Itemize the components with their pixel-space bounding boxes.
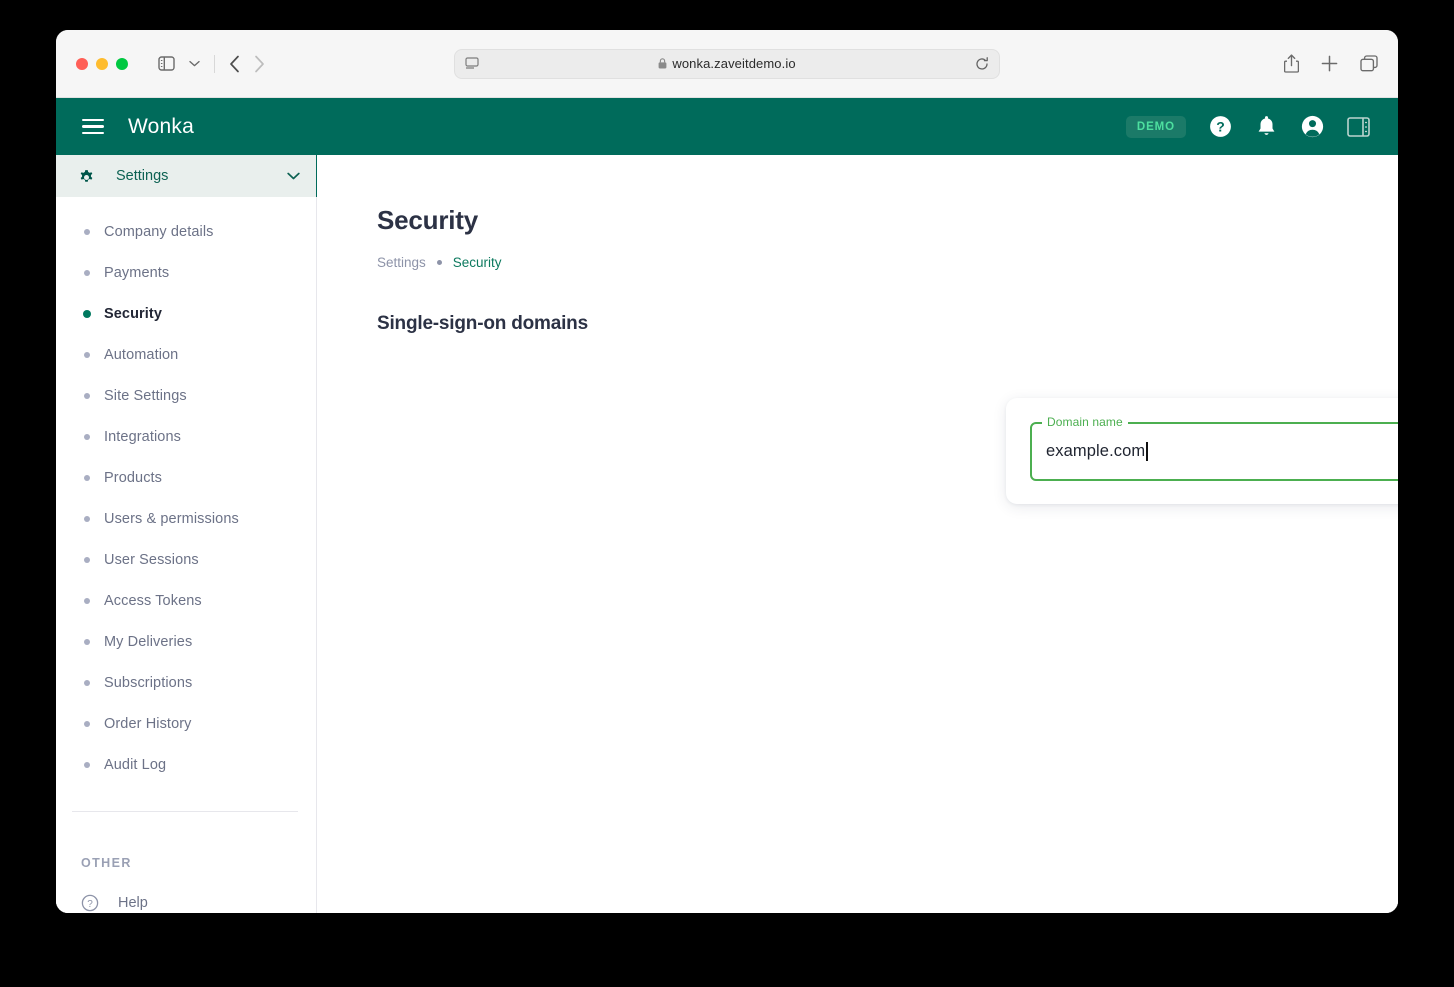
- browser-sidebar-icon[interactable]: [158, 56, 175, 71]
- section-title-sso-domains: Single-sign-on domains: [377, 313, 588, 334]
- url-text-wrap: wonka.zaveitdemo.io: [479, 56, 975, 71]
- sidebar-item-label: My Deliveries: [104, 633, 193, 650]
- add-domain-card: Domain name example.com Add: [1006, 398, 1398, 504]
- bullet-icon: [84, 638, 90, 645]
- sidebar-item-label: Security: [104, 305, 163, 322]
- toolbar-divider: [214, 54, 215, 73]
- back-arrow-icon[interactable]: [229, 55, 240, 73]
- bullet-icon: [84, 228, 90, 235]
- svg-text:?: ?: [1216, 119, 1225, 135]
- bullet-icon: [84, 392, 90, 399]
- sidebar-section-label: Settings: [116, 168, 169, 184]
- sidebar-item-label: Automation: [104, 346, 179, 363]
- breadcrumb-separator-dot: [436, 260, 442, 265]
- breadcrumb-parent[interactable]: Settings: [377, 255, 426, 270]
- bullet-icon: [84, 761, 90, 768]
- sidebar-item-automation[interactable]: Automation: [56, 334, 316, 375]
- account-circle-icon[interactable]: [1300, 114, 1325, 139]
- sidebar-item-label: Users & permissions: [104, 510, 239, 527]
- sidebar-item-label: Subscriptions: [104, 674, 193, 691]
- bullet-icon: [84, 515, 90, 522]
- sidebar-item-label: Products: [104, 469, 163, 486]
- minimize-window-button[interactable]: [96, 57, 108, 70]
- sidebar-item-payments[interactable]: Payments: [56, 252, 316, 293]
- hamburger-menu-icon[interactable]: [82, 119, 104, 134]
- sidebar-item-order-history[interactable]: Order History: [56, 703, 316, 744]
- reload-icon[interactable]: [975, 56, 989, 71]
- browser-toolbar: wonka.zaveitdemo.io: [56, 30, 1398, 98]
- domain-name-field[interactable]: Domain name example.com: [1030, 414, 1398, 481]
- forward-arrow-icon[interactable]: [254, 55, 265, 73]
- breadcrumb-current: Security: [452, 255, 502, 270]
- domain-name-input-value[interactable]: example.com: [1046, 442, 1145, 461]
- sidebar-nav-list: Company details Payments Security Automatio…: [56, 197, 316, 785]
- svg-text:?: ?: [87, 899, 93, 910]
- app-body: Settings Company details Payments Security…: [56, 155, 1398, 913]
- maximize-window-button[interactable]: [116, 57, 128, 70]
- sidebar-item-site-settings[interactable]: Site Settings: [56, 375, 316, 416]
- sidebar-item-access-tokens[interactable]: Access Tokens: [56, 580, 316, 621]
- sidebar-item-label: Audit Log: [104, 756, 167, 773]
- breadcrumb: Settings Security: [377, 255, 1398, 270]
- domain-name-field-label: Domain name: [1042, 414, 1128, 429]
- sidebar-item-audit-log[interactable]: Audit Log: [56, 744, 316, 785]
- right-panel-icon[interactable]: [1347, 116, 1370, 137]
- help-circle-icon[interactable]: ?: [1208, 114, 1233, 139]
- sidebar-item-help-label: Help: [118, 895, 148, 911]
- text-caret: [1146, 441, 1148, 461]
- bullet-icon: [84, 474, 90, 481]
- sidebar-item-subscriptions[interactable]: Subscriptions: [56, 662, 316, 703]
- bullet-icon: [84, 269, 90, 276]
- demo-badge: DEMO: [1125, 115, 1186, 138]
- sidebar-item-company-details[interactable]: Company details: [56, 211, 316, 252]
- app-header: Wonka DEMO ?: [56, 98, 1398, 155]
- bullet-icon: [84, 351, 90, 358]
- sidebar-group-label-other: OTHER: [81, 856, 132, 870]
- sidebar-item-label: Payments: [104, 264, 170, 281]
- bullet-icon: [83, 309, 91, 318]
- window-traffic-lights: [76, 57, 128, 70]
- url-text: wonka.zaveitdemo.io: [672, 56, 796, 71]
- sidebar-item-label: Integrations: [104, 428, 181, 445]
- sidebar-item-label: Site Settings: [104, 387, 187, 404]
- plus-icon[interactable]: [1321, 55, 1338, 72]
- bullet-icon: [84, 679, 90, 686]
- chevron-down-icon[interactable]: [189, 60, 200, 67]
- bullet-icon: [84, 720, 90, 727]
- sidebar-divider: [72, 811, 298, 812]
- sidebar: Settings Company details Payments Security…: [56, 155, 321, 913]
- share-icon[interactable]: [1284, 54, 1299, 73]
- sidebar-section-settings[interactable]: Settings: [56, 155, 321, 197]
- sidebar-item-products[interactable]: Products: [56, 457, 316, 498]
- help-circle-icon: ?: [81, 894, 99, 912]
- page-title: Security: [377, 205, 479, 235]
- sidebar-item-label: Order History: [104, 715, 192, 732]
- sidebar-item-users-permissions[interactable]: Users & permissions: [56, 498, 316, 539]
- bell-icon[interactable]: [1255, 115, 1278, 139]
- sidebar-item-label: User Sessions: [104, 551, 199, 568]
- reader-view-icon[interactable]: [465, 57, 479, 70]
- sidebar-item-user-sessions[interactable]: User Sessions: [56, 539, 316, 580]
- sidebar-item-label: Access Tokens: [104, 592, 202, 609]
- chevron-down-icon[interactable]: [287, 172, 300, 180]
- close-window-button[interactable]: [76, 57, 88, 70]
- lock-icon: [658, 56, 667, 71]
- sidebar-item-help[interactable]: ? Help: [56, 894, 316, 912]
- bullet-icon: [84, 433, 90, 440]
- main-content: Security Settings Security Single-sign-o…: [317, 155, 1398, 913]
- sidebar-item-label: Company details: [104, 223, 214, 240]
- sidebar-item-my-deliveries[interactable]: My Deliveries: [56, 621, 316, 662]
- tab-overview-icon[interactable]: [1360, 55, 1378, 72]
- sidebar-item-integrations[interactable]: Integrations: [56, 416, 316, 457]
- bullet-icon: [84, 556, 90, 563]
- bullet-icon: [84, 597, 90, 604]
- address-bar[interactable]: wonka.zaveitdemo.io: [454, 48, 1000, 79]
- brand-title: Wonka: [128, 114, 194, 138]
- browser-window: wonka.zaveitdemo.io Wonka DEMO ? Setting…: [56, 30, 1398, 913]
- gear-icon: [78, 168, 95, 185]
- sidebar-item-security[interactable]: Security: [56, 293, 316, 334]
